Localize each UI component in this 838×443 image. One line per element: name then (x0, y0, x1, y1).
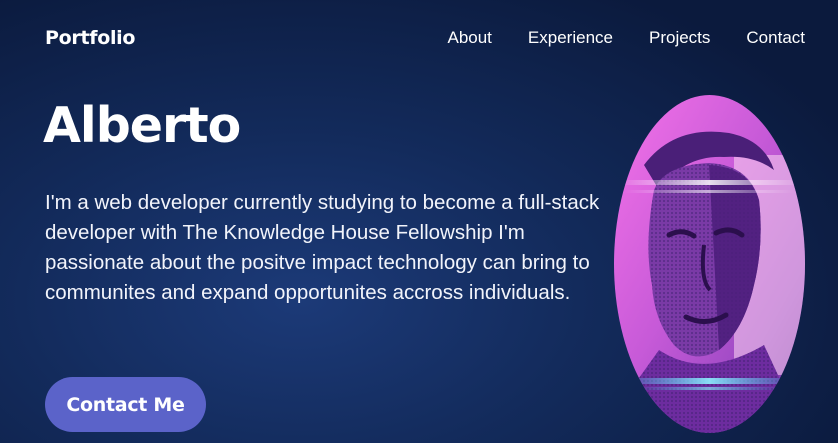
profile-photo (614, 95, 805, 433)
contact-me-button[interactable]: Contact Me (45, 377, 206, 432)
nav-experience[interactable]: Experience (528, 28, 613, 48)
hero-name: Alberto (43, 97, 241, 154)
main-nav: About Experience Projects Contact (411, 28, 805, 48)
hero-bio: I'm a web developer currently studying t… (45, 191, 600, 304)
brand-logo[interactable]: Portfolio (45, 27, 135, 49)
nav-contact[interactable]: Contact (746, 28, 805, 48)
nav-projects[interactable]: Projects (649, 28, 710, 48)
nav-about[interactable]: About (447, 28, 491, 48)
portrait-illustration (614, 95, 805, 433)
